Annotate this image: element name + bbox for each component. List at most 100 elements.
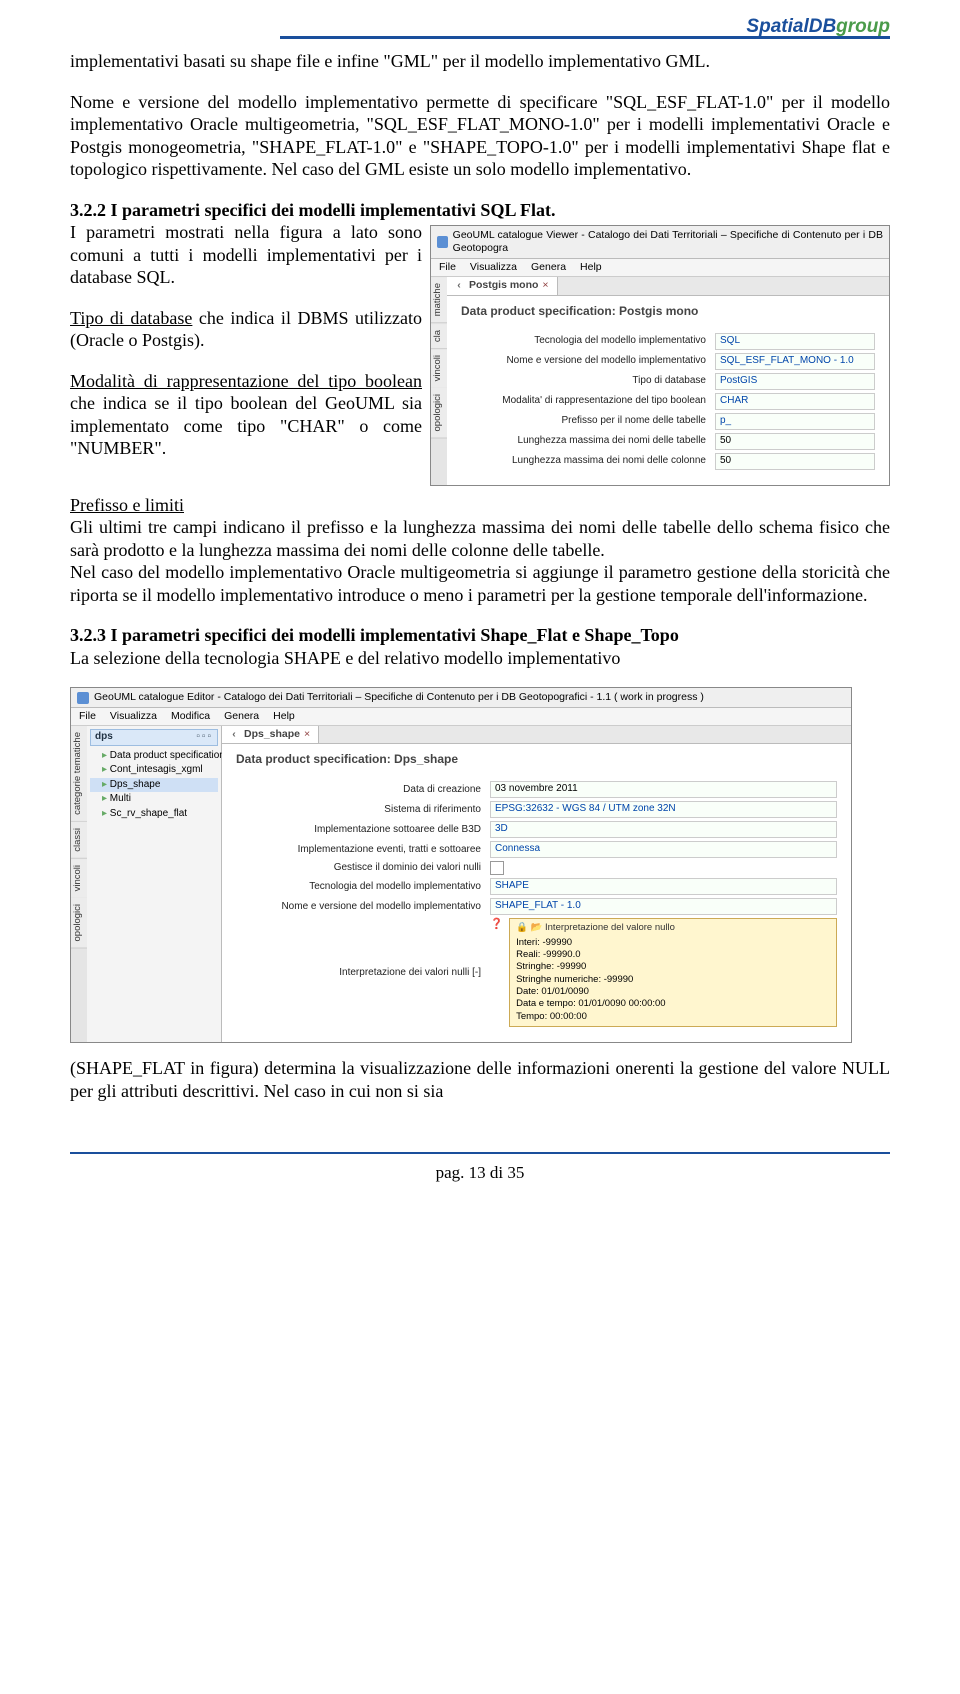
window-title: GeoUML catalogue Viewer - Catalogo dei D… xyxy=(453,229,883,255)
app-window: GeoUML catalogue Editor - Catalogo dei D… xyxy=(70,687,852,1043)
section-heading: 3.2.2 I parametri specifici dei modelli … xyxy=(70,199,890,222)
panel-heading: Data product specification: Postgis mono xyxy=(461,304,875,319)
property-row: Tecnologia del modello implementativoSQL xyxy=(461,333,875,350)
property-label: Tipo di database xyxy=(461,375,715,388)
property-label: Gestisce il dominio dei valori nulli xyxy=(236,862,490,875)
menu-item[interactable]: Help xyxy=(273,710,295,723)
side-tab-rail: matiche cla vincoli opologici xyxy=(431,277,447,484)
menubar[interactable]: File Visualizza Genera Help xyxy=(431,259,889,277)
panel-content: Data product specification: Dps_shape Da… xyxy=(222,744,851,1042)
property-value[interactable]: 3D xyxy=(490,821,837,838)
property-row: Interpretazione dei valori nulli [-]❓🔒 📂… xyxy=(236,918,837,1027)
menu-item[interactable]: File xyxy=(79,710,96,723)
body-paragraph: (SHAPE_FLAT in figura) determina la visu… xyxy=(70,1057,890,1102)
property-value[interactable]: SQL xyxy=(715,333,875,350)
checkbox[interactable] xyxy=(490,861,504,875)
side-tab-rail: categorie tematiche classi vincoli opolo… xyxy=(71,726,87,1042)
tab-bar: ‹ Postgis mono × xyxy=(447,277,889,295)
side-tab[interactable]: opologici xyxy=(71,898,87,949)
side-tab[interactable]: classi xyxy=(71,822,87,859)
property-row: Tipo di databasePostGIS xyxy=(461,373,875,390)
side-tab[interactable]: cla xyxy=(431,324,447,349)
menu-item[interactable]: Visualizza xyxy=(110,710,157,723)
tab-postgis-mono[interactable]: ‹ Postgis mono × xyxy=(447,277,558,294)
property-label: Prefisso per il nome delle tabelle xyxy=(461,415,715,428)
property-value[interactable]: CHAR xyxy=(715,393,875,410)
property-label: Interpretazione dei valori nulli [-] xyxy=(236,967,490,980)
menubar[interactable]: File Visualizza Modifica Genera Help xyxy=(71,708,851,726)
property-row: Lunghezza massima dei nomi delle colonne… xyxy=(461,453,875,470)
property-value[interactable]: SHAPE_FLAT - 1.0 xyxy=(490,898,837,915)
body-paragraph: Nome e versione del modello implementati… xyxy=(70,91,890,181)
property-row: Implementazione sottoaree delle B3D3D xyxy=(236,821,837,838)
app-icon xyxy=(77,692,89,704)
tree-item[interactable]: ▸ Cont_intesagis_xgml xyxy=(90,763,218,778)
property-label: Tecnologia del modello implementativo xyxy=(236,881,490,894)
property-value[interactable]: 50 xyxy=(715,433,875,450)
property-value[interactable]: SHAPE xyxy=(490,878,837,895)
chevron-left-icon: ‹ xyxy=(230,728,238,741)
property-label: Implementazione sottoaree delle B3D xyxy=(236,824,490,837)
menu-item[interactable]: Modifica xyxy=(171,710,210,723)
property-row: Tecnologia del modello implementativoSHA… xyxy=(236,878,837,895)
body-paragraph: La selezione della tecnologia SHAPE e de… xyxy=(70,647,890,670)
property-label: Nome e versione del modello implementati… xyxy=(461,355,715,368)
figure-dps-shape: GeoUML catalogue Editor - Catalogo dei D… xyxy=(70,687,890,1043)
tree-item[interactable]: ▸ Dps_shape xyxy=(90,778,218,793)
app-icon xyxy=(437,236,448,248)
property-row: Nome e versione del modello implementati… xyxy=(461,353,875,370)
property-value[interactable]: Connessa xyxy=(490,841,837,858)
menu-item[interactable]: Help xyxy=(580,261,602,274)
property-value[interactable]: 50 xyxy=(715,453,875,470)
close-icon[interactable]: × xyxy=(304,728,310,741)
side-tab[interactable]: vincoli xyxy=(431,349,447,388)
property-row: Implementazione eventi, tratti e sottoar… xyxy=(236,841,837,858)
window-titlebar: GeoUML catalogue Editor - Catalogo dei D… xyxy=(71,688,851,708)
tree-item[interactable]: ▸ Data product specification xyxy=(90,749,218,764)
chevron-left-icon: ‹ xyxy=(455,279,463,292)
property-label: Nome e versione del modello implementati… xyxy=(236,901,490,914)
figure-postgis-mono: GeoUML catalogue Viewer - Catalogo dei D… xyxy=(430,225,890,486)
close-icon[interactable]: × xyxy=(542,279,548,292)
tab-bar: ‹ Dps_shape × xyxy=(222,726,851,744)
property-label: Implementazione eventi, tratti e sottoar… xyxy=(236,844,490,857)
property-value[interactable]: SQL_ESF_FLAT_MONO - 1.0 xyxy=(715,353,875,370)
side-tab[interactable]: categorie tematiche xyxy=(71,726,87,822)
page-footer: pag. 13 di 35 xyxy=(70,1152,890,1183)
header-rule xyxy=(280,36,890,39)
tab-label: Dps_shape xyxy=(244,728,300,741)
property-label: Data di creazione xyxy=(236,784,490,797)
tree-item[interactable]: ▸ Multi xyxy=(90,792,218,807)
menu-item[interactable]: Genera xyxy=(531,261,566,274)
property-row: Prefisso per il nome delle tabellep_ xyxy=(461,413,875,430)
property-label: Lunghezza massima dei nomi delle tabelle xyxy=(461,435,715,448)
help-icon[interactable]: ❓ xyxy=(490,918,503,1027)
property-value[interactable]: EPSG:32632 - WGS 84 / UTM zone 32N xyxy=(490,801,837,818)
side-tab[interactable]: matiche xyxy=(431,277,447,323)
property-label: Tecnologia del modello implementativo xyxy=(461,335,715,348)
side-tab[interactable]: vincoli xyxy=(71,859,87,898)
side-tab[interactable]: opologici xyxy=(431,388,447,439)
property-row: Modalita' di rappresentazione del tipo b… xyxy=(461,393,875,410)
property-row: Lunghezza massima dei nomi delle tabelle… xyxy=(461,433,875,450)
panel-content: Data product specification: Postgis mono… xyxy=(447,296,889,485)
property-row: Gestisce il dominio dei valori nulli xyxy=(236,861,837,875)
menu-item[interactable]: Genera xyxy=(224,710,259,723)
app-window: GeoUML catalogue Viewer - Catalogo dei D… xyxy=(430,225,890,486)
property-row: Nome e versione del modello implementati… xyxy=(236,898,837,915)
tree-panel: dps ▫▫▫ ▸ Data product specification▸ Co… xyxy=(87,726,222,1042)
menu-item[interactable]: File xyxy=(439,261,456,274)
tree-item[interactable]: ▸ Sc_rv_shape_flat xyxy=(90,807,218,822)
null-interpretation-box: 🔒 📂 Interpretazione del valore nulloInte… xyxy=(509,918,837,1027)
property-row: Data di creazione03 novembre 2011 xyxy=(236,781,837,798)
menu-item[interactable]: Visualizza xyxy=(470,261,517,274)
tab-dps-shape[interactable]: ‹ Dps_shape × xyxy=(222,726,319,743)
property-value[interactable]: p_ xyxy=(715,413,875,430)
tree-header: dps ▫▫▫ xyxy=(90,729,218,746)
property-label: Sistema di riferimento xyxy=(236,804,490,817)
window-title: GeoUML catalogue Editor - Catalogo dei D… xyxy=(94,691,704,704)
window-titlebar: GeoUML catalogue Viewer - Catalogo dei D… xyxy=(431,226,889,259)
property-value[interactable]: PostGIS xyxy=(715,373,875,390)
section-heading: 3.2.3 I parametri specifici dei modelli … xyxy=(70,625,679,645)
property-value[interactable]: 03 novembre 2011 xyxy=(490,781,837,798)
